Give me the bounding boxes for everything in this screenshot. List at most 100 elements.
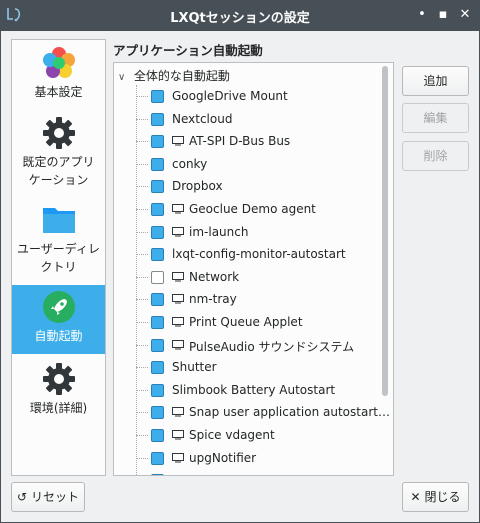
list-item[interactable]: Network <box>136 266 386 289</box>
tree-branch-line <box>136 186 148 188</box>
autostart-checkbox[interactable] <box>151 429 164 442</box>
monitor-icon <box>172 475 184 476</box>
maximize-icon: ▪ <box>438 7 448 22</box>
close-window-button[interactable]: ✕ <box>456 6 474 24</box>
list-item[interactable]: AT-SPI D-Bus Bus <box>136 130 386 153</box>
tree-branch-line <box>136 118 148 120</box>
list-item[interactable]: Spice vdagent <box>136 424 386 447</box>
autostart-checkbox[interactable] <box>151 248 164 262</box>
autostart-checkbox[interactable] <box>151 338 164 352</box>
vertical-scrollbar[interactable] <box>382 66 389 472</box>
add-button[interactable]: 追加 <box>402 66 469 96</box>
autostart-checkbox[interactable] <box>151 225 164 239</box>
autostart-checkbox[interactable] <box>151 112 164 126</box>
window-title: LXQtセッションの設定 <box>170 11 310 26</box>
reset-button[interactable]: ↺ リセット <box>11 482 85 512</box>
tree-branch-line <box>136 322 148 323</box>
list-item[interactable]: PulseAudio サウンドシステム <box>136 334 386 357</box>
list-item-label: AT-SPI D-Bus Bus <box>189 134 291 149</box>
section-title: アプリケーション自動起動 <box>113 43 263 58</box>
list-item[interactable] <box>136 469 386 476</box>
monitor-icon <box>172 452 184 463</box>
list-item[interactable]: nm-tray <box>136 288 386 311</box>
autostart-checkbox[interactable] <box>151 180 164 194</box>
list-item[interactable]: im-launch <box>136 221 386 244</box>
autostart-checkbox[interactable] <box>151 203 164 216</box>
sidebar-item-user-dirs[interactable]: ユーザーディレ クトリ <box>12 198 105 284</box>
window-titlebar: LXQtセッションの設定 • ▪ ✕ <box>0 0 480 31</box>
list-item[interactable]: upgNotifier <box>136 447 386 470</box>
reset-label: リセット <box>30 490 79 504</box>
list-item[interactable]: Shutter <box>136 356 386 379</box>
list-item[interactable]: Print Queue Applet <box>136 311 386 334</box>
tree-branch-line <box>136 435 148 436</box>
list-item-label: Shutter <box>172 360 217 375</box>
list-item-label: Geoclue Demo agent <box>189 202 316 216</box>
autostart-checkbox[interactable] <box>151 451 164 465</box>
tree-root-label: 全体的な自動起動 <box>133 69 230 83</box>
sidebar-item-environment[interactable]: 環境(詳細) <box>12 358 105 428</box>
autostart-checkbox[interactable] <box>151 157 164 171</box>
rocket-icon <box>42 291 75 323</box>
edit-button[interactable]: 編集 <box>402 103 469 133</box>
tree-branch-line <box>136 344 148 346</box>
list-item[interactable]: lxqt-config-monitor-autostart <box>136 243 386 266</box>
list-item-label: PulseAudio サウンドシステム <box>189 339 355 354</box>
list-item-label: conky <box>172 156 208 171</box>
close-label: 閉じる <box>424 490 461 504</box>
tree-branch-line <box>136 367 148 369</box>
autostart-checkbox[interactable] <box>151 361 164 375</box>
list-item[interactable]: Snap user application autostart… <box>136 401 390 424</box>
list-item[interactable]: Dropbox <box>136 175 386 198</box>
list-item-label: im-launch <box>189 224 249 239</box>
list-item-label: Network <box>189 269 240 284</box>
autostart-tree[interactable]: ∨ 全体的な自動起動 GoogleDrive Mount Nextcloud AT-… <box>113 62 394 476</box>
list-item-label: Spice vdagent <box>189 428 275 442</box>
sidebar-item-label: ユーザーディレ クトリ <box>17 242 100 274</box>
autostart-checkbox[interactable] <box>151 90 164 103</box>
tree-branch-line <box>136 141 148 143</box>
autostart-checkbox[interactable] <box>151 383 164 397</box>
minimize-button[interactable]: • <box>413 6 431 24</box>
autostart-checkbox[interactable] <box>151 406 164 420</box>
tree-branch-line <box>136 299 148 301</box>
tree-root-global[interactable]: ∨ 全体的な自動起動 <box>118 67 230 85</box>
list-item[interactable]: Geoclue Demo agent <box>136 198 386 221</box>
maximize-button[interactable]: ▪ <box>434 6 452 24</box>
monitor-icon <box>172 430 184 440</box>
list-item-label: lxqt-config-monitor-autostart <box>172 247 346 262</box>
list-item-label: Slimbook Battery Autostart <box>172 382 336 397</box>
delete-button[interactable]: 削除 <box>402 141 469 171</box>
autostart-checkbox[interactable] <box>151 474 164 475</box>
monitor-icon <box>172 271 184 282</box>
list-item[interactable]: Nextcloud <box>136 108 386 131</box>
sidebar-item-basic[interactable]: 基本設定 <box>12 42 105 112</box>
tree-branch-line <box>136 163 148 165</box>
list-item[interactable]: GoogleDrive Mount <box>136 85 386 108</box>
category-sidebar: 基本設定 既定のアプリ ケーション ユーザーディレ クトリ 自動起動 環境(詳細… <box>11 39 106 476</box>
list-item[interactable]: Slimbook Battery Autostart <box>136 379 386 402</box>
monitor-icon <box>172 136 184 146</box>
sidebar-item-label: 既定のアプリ ケーション <box>22 155 95 187</box>
sidebar-item-autostart[interactable]: 自動起動 <box>12 285 105 354</box>
list-item-label: Nextcloud <box>172 111 233 126</box>
list-item-label: nm-tray <box>189 292 237 307</box>
scrollbar-thumb[interactable] <box>382 66 388 396</box>
list-item-label: Snap user application autostart… <box>189 405 390 420</box>
close-icon: ✕ <box>410 490 421 504</box>
list-item-label: Print Queue Applet <box>189 315 303 329</box>
tree-branch-line <box>136 254 148 256</box>
autostart-checkbox[interactable] <box>151 293 164 307</box>
tree-branch-line <box>136 209 148 210</box>
autostart-checkbox[interactable] <box>151 316 164 329</box>
close-button[interactable]: ✕ 閉じる <box>402 482 469 512</box>
monitor-icon <box>172 339 184 350</box>
sidebar-item-default-apps[interactable]: 既定のアプリ ケーション <box>12 112 105 198</box>
sidebar-item-label: 環境(詳細) <box>29 401 88 415</box>
autostart-checkbox[interactable] <box>151 135 164 149</box>
list-item-label: GoogleDrive Mount <box>172 89 288 103</box>
chevron-down-icon[interactable]: ∨ <box>118 69 130 87</box>
gear-icon <box>42 363 75 395</box>
list-item[interactable]: conky <box>136 153 386 176</box>
autostart-checkbox[interactable] <box>151 270 164 284</box>
